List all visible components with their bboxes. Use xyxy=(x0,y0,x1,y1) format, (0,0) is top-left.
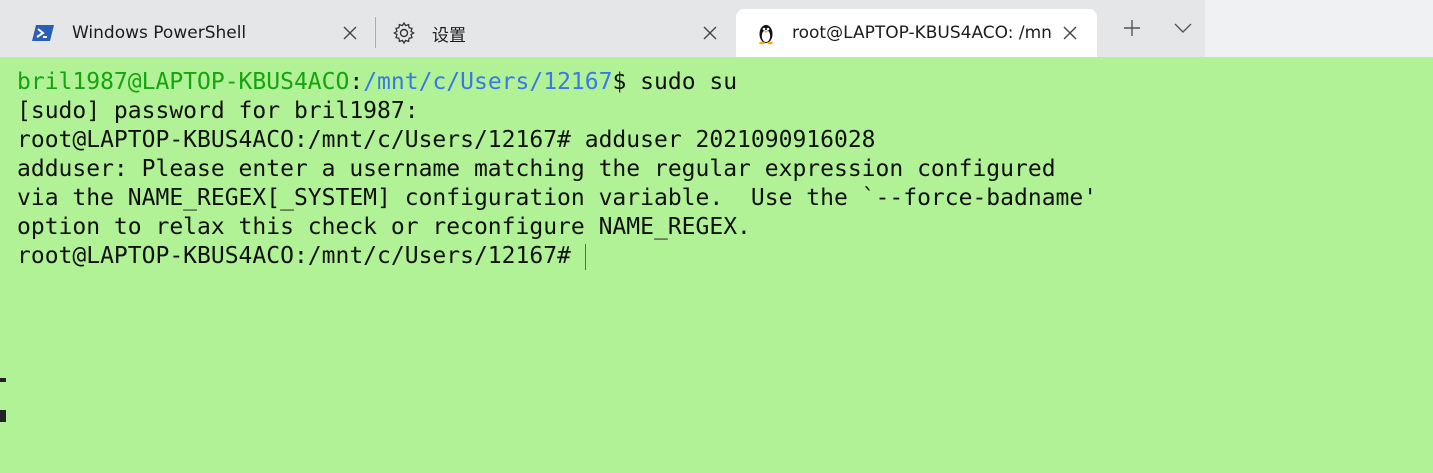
text-cursor xyxy=(584,243,586,270)
terminal-output[interactable]: bril1987@LAPTOP-KBUS4ACO:/mnt/c/Users/12… xyxy=(0,57,1433,473)
tab-settings[interactable]: 设置 xyxy=(378,9,728,57)
chevron-down-icon xyxy=(1174,23,1192,33)
new-tab-button[interactable] xyxy=(1118,14,1146,42)
terminal-line: [sudo] password for bril1987: xyxy=(17,98,419,124)
terminal-line: via the NAME_REGEX[_SYSTEM] configuratio… xyxy=(17,185,1098,211)
tab-label: 设置 xyxy=(432,25,466,46)
tab-windows-powershell[interactable]: Windows PowerShell xyxy=(0,9,372,57)
linux-penguin-icon xyxy=(754,21,778,45)
prompt-path: /mnt/c/Users/12167 xyxy=(363,69,613,95)
plus-icon xyxy=(1124,20,1140,36)
prompt-user: bril1987@LAPTOP-KBUS4ACO xyxy=(17,69,350,95)
terminal-prompt-line: root@LAPTOP-KBUS4ACO:/mnt/c/Users/12167# xyxy=(17,242,586,271)
tab-label: root@LAPTOP-KBUS4ACO: /mn xyxy=(792,23,1052,43)
terminal-line: root@LAPTOP-KBUS4ACO:/mnt/c/Users/12167#… xyxy=(17,127,876,153)
close-icon[interactable] xyxy=(1060,23,1080,43)
gear-icon xyxy=(392,21,416,45)
terminal-line: option to relax this check or reconfigur… xyxy=(17,214,751,240)
tab-label: Windows PowerShell xyxy=(72,23,247,43)
tab-linux-root[interactable]: root@LAPTOP-KBUS4ACO: /mn xyxy=(736,9,1097,57)
command-text: $ sudo su xyxy=(612,69,738,95)
window-edge-mark xyxy=(0,378,6,382)
prompt: root@LAPTOP-KBUS4ACO:/mnt/c/Users/12167# xyxy=(17,243,571,269)
powershell-icon xyxy=(32,21,56,45)
tab-separator xyxy=(375,17,376,48)
terminal-line: bril1987@LAPTOP-KBUS4ACO:/mnt/c/Users/12… xyxy=(17,68,737,97)
tab-bar: Windows PowerShell 设置 root@LAPTOP-KBUS4A… xyxy=(0,0,1433,57)
prompt-separator: : xyxy=(349,69,364,95)
close-icon[interactable] xyxy=(700,23,720,43)
tab-bar-drag-region[interactable] xyxy=(1205,0,1433,57)
tab-dropdown-button[interactable] xyxy=(1169,14,1197,42)
window-edge-mark xyxy=(0,410,6,422)
close-icon[interactable] xyxy=(340,23,360,43)
terminal-line: adduser: Please enter a username matchin… xyxy=(17,156,1056,182)
